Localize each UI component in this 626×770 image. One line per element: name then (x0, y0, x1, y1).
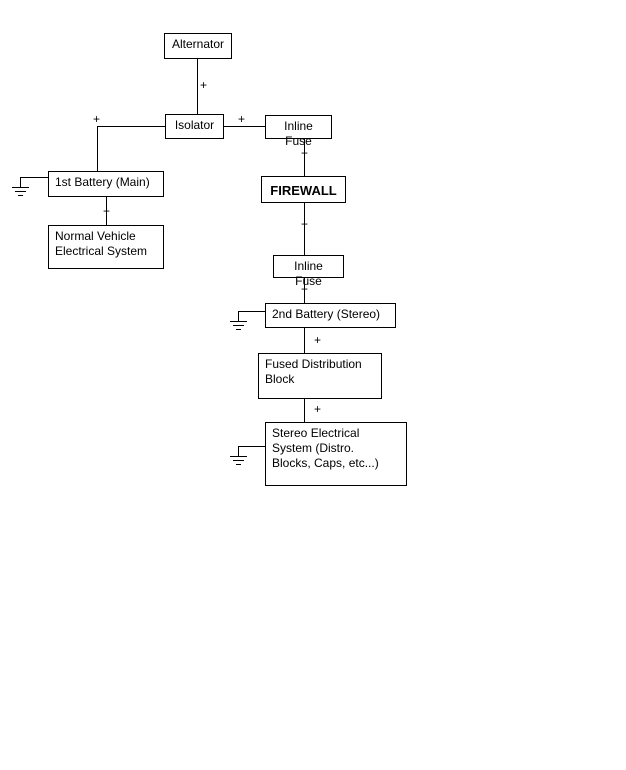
wire-to-battery1-top (97, 126, 98, 172)
wire-fused-distribution-to-stereo-system (304, 399, 305, 423)
node-firewall[interactable]: FIREWALL (261, 176, 346, 203)
polarity-plus-battery1-normal-vehicle: + (103, 204, 111, 218)
node-normal-vehicle-electrical-system[interactable]: Normal Vehicle Electrical System (48, 225, 164, 269)
polarity-plus-battery2-fused-distribution: + (314, 333, 322, 347)
polarity-plus-fused-distribution-stereo: + (314, 402, 322, 416)
wire-isolator-to-inline-fuse-1 (223, 126, 266, 127)
node-battery-2-stereo[interactable]: 2nd Battery (Stereo) (265, 303, 396, 328)
ground-symbol-battery-1 (10, 177, 32, 197)
wire-battery2-to-fused-distribution (304, 328, 305, 354)
polarity-plus-alternator-isolator: + (200, 78, 208, 92)
ground-symbol-battery-2 (228, 311, 250, 331)
node-isolator[interactable]: Isolator (165, 114, 224, 139)
wiring-diagram-canvas: + + + + + + + + + Alternator Isolator In… (0, 0, 626, 770)
node-inline-fuse-2[interactable]: Inline Fuse (273, 255, 344, 288)
ground-symbol-stereo-system (228, 446, 250, 466)
node-stereo-electrical-system[interactable]: Stereo Electrical System (Distro. Blocks… (265, 422, 407, 486)
polarity-plus-isolator-inline-fuse: + (238, 112, 246, 126)
wire-isolator-left-branch (97, 126, 166, 127)
node-alternator[interactable]: Alternator (164, 33, 232, 59)
polarity-plus-firewall-inline-fuse-2: + (301, 217, 309, 231)
node-battery-1-main[interactable]: 1st Battery (Main) (48, 171, 164, 197)
polarity-plus-isolator-left: + (93, 112, 101, 126)
wire-alternator-to-isolator (197, 59, 198, 115)
node-inline-fuse-1[interactable]: Inline Fuse (265, 115, 332, 148)
node-fused-distribution-block[interactable]: Fused Distribution Block (258, 353, 382, 399)
